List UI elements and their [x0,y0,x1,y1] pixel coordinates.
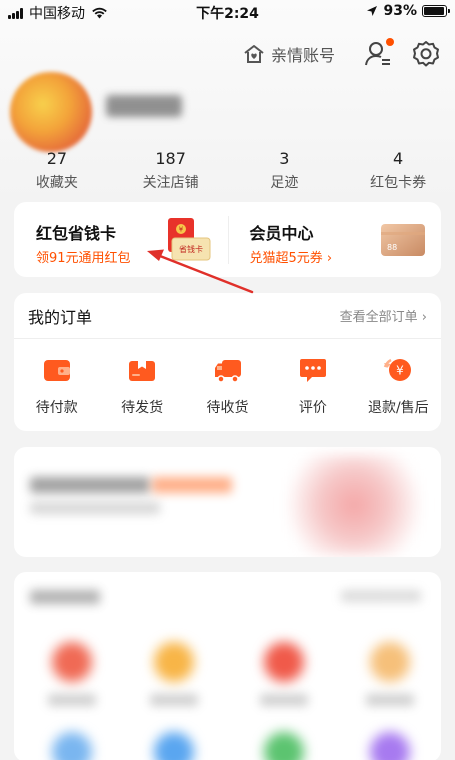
order-review[interactable]: 评价 [270,355,355,417]
promo-title: 红包省钱卡 [36,224,117,243]
blurred-text [30,502,160,514]
blurred-text [152,477,232,493]
username-blurred [106,95,182,117]
blurred-tool-icon[interactable] [154,732,194,760]
orders-header: 我的订单 查看全部订单 › [14,293,441,339]
order-label: 评价 [298,400,327,416]
stat-followed-stores[interactable]: 187 关注店铺 [114,150,228,192]
notification-dot [386,38,394,46]
promo-card: 红包省钱卡 领91元通用红包 ¥ 省钱卡 会员中心 兑猫超5元券 › 88 [14,202,441,277]
comment-icon [299,359,326,382]
member-center-card[interactable]: 会员中心 兑猫超5元券 › 88 [228,202,442,277]
stat-coupons[interactable]: 4 红包卡券 [341,150,455,192]
orders-row: 待付款 待发货 待收货 评价 ¥ 退款/售后 [14,339,441,417]
blurred-banner-card[interactable] [14,447,441,557]
blurred-tool-icon[interactable] [370,732,410,760]
blurred-label [260,694,308,706]
blurred-tool-icon[interactable] [52,642,92,682]
status-bar: 中国移动 下午2:24 93% [0,0,455,26]
card-text: 88 [387,243,397,252]
contacts-button[interactable] [364,38,394,68]
red-envelope-card-icon: ¥ 省钱卡 [168,218,211,261]
orders-title: 我的订单 [28,307,93,327]
order-pending-shipment[interactable]: 待发货 [99,355,184,417]
refund-icon: ¥ [384,358,412,381]
order-label: 退款/售后 [367,400,429,416]
battery-icon [422,5,450,17]
blurred-text [30,477,150,493]
blurred-tools-card [14,572,441,760]
stat-footprints[interactable]: 3 足迹 [228,150,342,192]
my-orders-card: 我的订单 查看全部订单 › 待付款 待发货 待收货 评价 ¥ 退款/售后 [14,293,441,431]
order-label: 待付款 [35,400,78,416]
blurred-link [341,590,421,602]
gift-box-icon [129,361,156,381]
stat-label: 红包卡券 [370,175,427,191]
stat-label: 收藏夹 [35,175,78,191]
blurred-tool-icon[interactable] [264,732,304,760]
family-account-label: 亲情账号 [271,46,336,65]
blurred-tool-icon[interactable] [370,642,410,682]
svg-text:¥: ¥ [179,226,184,234]
blurred-label [150,694,198,706]
blurred-tool-icon[interactable] [154,642,194,682]
order-pending-payment[interactable]: 待付款 [14,355,99,417]
settings-button[interactable] [412,40,440,68]
membership-card-icon: 88 [380,224,425,256]
blurred-label [366,694,414,706]
gear-icon [413,41,439,67]
order-pending-receipt[interactable]: 待收货 [185,355,270,417]
card-text: 省钱卡 [179,244,203,254]
stat-count: 27 [46,149,68,168]
promo-subtitle: 领91元通用红包 [36,251,131,266]
promo-subtitle: 兑猫超5元券 › [249,251,333,266]
stat-count: 4 [393,149,404,168]
family-account-button[interactable]: 亲情账号 [243,42,335,66]
blurred-tool-icon[interactable] [264,642,304,682]
view-all-orders-link[interactable]: 查看全部订单 › [340,306,427,325]
svg-text:¥: ¥ [397,364,405,378]
red-packet-saving-card[interactable]: 红包省钱卡 领91元通用红包 ¥ 省钱卡 [14,202,228,277]
order-refund-after-sales[interactable]: ¥ 退款/售后 [356,355,441,417]
blurred-label [48,694,96,706]
stat-label: 关注店铺 [142,175,199,191]
stat-count: 187 [155,149,186,168]
wallet-icon [43,360,70,381]
blurred-title [30,590,100,604]
order-label: 待收货 [206,400,249,416]
status-right: 93% [366,3,450,19]
avatar[interactable] [10,72,92,152]
battery-percent: 93% [383,3,417,19]
blurred-tool-icon[interactable] [52,732,92,760]
order-label: 待发货 [121,400,164,416]
stat-label: 足迹 [270,175,299,191]
promo-title: 会员中心 [249,224,314,243]
stat-count: 3 [279,149,290,168]
stats-row: 27 收藏夹 187 关注店铺 3 足迹 4 红包卡券 [0,150,455,192]
house-heart-icon [244,45,264,63]
stat-favorites[interactable]: 27 收藏夹 [0,150,114,192]
truck-icon [214,360,241,383]
location-arrow-icon [367,6,378,16]
battery-fill [424,7,444,15]
blurred-image [284,455,424,555]
